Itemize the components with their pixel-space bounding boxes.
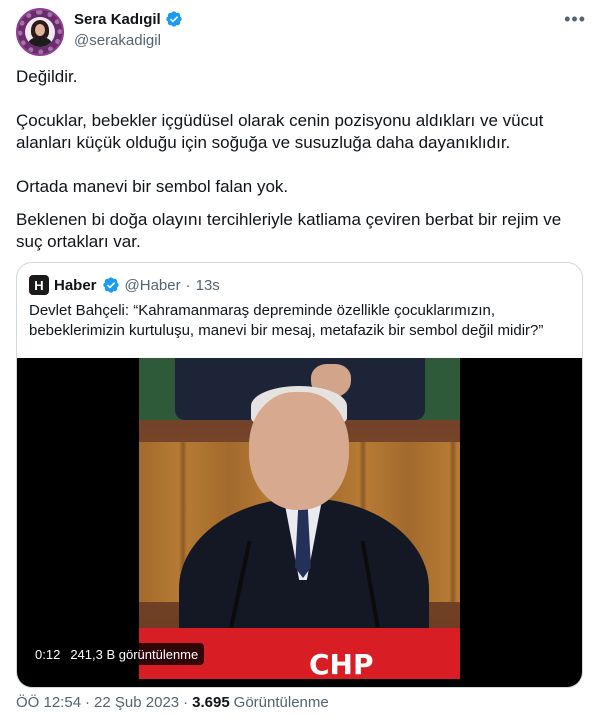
- quoted-tweet[interactable]: H Haber @Haber · 13s Devlet Bahçeli: “Ka…: [16, 262, 583, 688]
- tweet-time[interactable]: ÖÖ 12:54: [16, 694, 81, 711]
- tweet-paragraph: Ortada manevi bir sembol falan yok.: [16, 177, 289, 196]
- tweet-paragraph: Çocuklar, bebekler içgüdüsel olarak ceni…: [16, 111, 544, 152]
- author-display-name[interactable]: Sera Kadıgil: [74, 11, 161, 28]
- author-name-row: Sera Kadıgil: [74, 10, 183, 28]
- tweet-view-count[interactable]: 3.695: [192, 694, 230, 711]
- quoted-author-avatar: H: [29, 275, 49, 295]
- tweet-paragraph: Beklenen bi doğa olayını tercihleriyle k…: [16, 210, 562, 251]
- more-horizontal-icon[interactable]: •••: [564, 10, 586, 28]
- quoted-author-handle: @Haber: [124, 276, 181, 294]
- separator: ·: [85, 694, 91, 711]
- avatar-photo: [25, 17, 55, 47]
- video-view-count: 241,3 B görüntülenme: [70, 646, 199, 662]
- video-info-badge: 0:12 241,3 B görüntülenme: [29, 643, 205, 665]
- quoted-tweet-header: H Haber @Haber · 13s: [29, 275, 220, 295]
- tweet-header: Sera Kadıgil @serakadigil •••: [16, 8, 588, 56]
- video-banner-text: CHP: [309, 648, 374, 679]
- tweet-paragraph: Değildir.: [16, 67, 78, 86]
- tweet-footer: ÖÖ 12:54 · 22 Şub 2023 · 3.695 Görüntüle…: [16, 694, 329, 711]
- tweet-views-label: Görüntülenme: [233, 694, 329, 711]
- quoted-tweet-text: Devlet Bahçeli: “Kahramanmaraş depremind…: [29, 302, 544, 339]
- verified-badge-icon: [166, 11, 182, 27]
- author-handle[interactable]: @serakadigil: [74, 32, 161, 49]
- tweet-date[interactable]: 22 Şub 2023: [94, 694, 179, 711]
- video-player[interactable]: CHP 0:12 241,3 B görüntülenme: [17, 358, 582, 687]
- separator: ·: [183, 694, 189, 711]
- avatar[interactable]: [16, 8, 64, 56]
- separator: ·: [185, 276, 191, 294]
- video-frame: CHP: [139, 358, 460, 679]
- quoted-tweet-time: 13s: [195, 276, 220, 294]
- video-duration: 0:12: [35, 646, 61, 662]
- verified-badge-icon: [102, 277, 119, 293]
- quoted-author-name: Haber: [54, 276, 97, 294]
